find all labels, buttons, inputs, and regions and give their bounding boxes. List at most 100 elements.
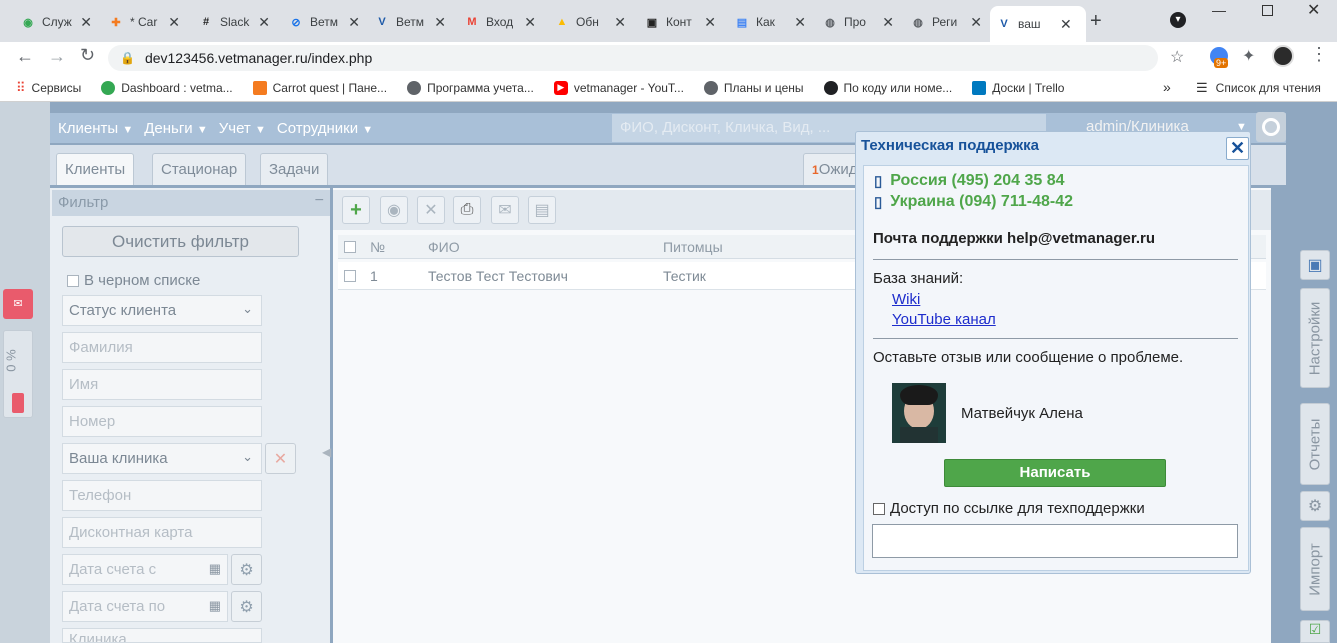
support-link-field[interactable] (872, 524, 1238, 558)
close-tab-icon[interactable]: ✕ (882, 14, 894, 31)
tab-settings[interactable]: Настройки (1300, 288, 1330, 388)
tab-clients[interactable]: Клиенты (56, 153, 135, 185)
firstname-input[interactable]: Имя (62, 369, 262, 400)
bookmark-services[interactable]: ⠿ Сервисы (16, 80, 81, 96)
col-number[interactable]: № (370, 239, 385, 255)
contacts-icon[interactable]: ▣ (1300, 250, 1330, 280)
minimize-button[interactable]: — (1212, 2, 1226, 18)
close-window-button[interactable]: ✕ (1307, 0, 1320, 20)
clear-filter-button[interactable]: Очистить фильтр (62, 226, 299, 257)
bookmark-trello[interactable]: Доски | Trello (972, 80, 1064, 95)
address-bar[interactable]: 🔒 dev123456.vetmanager.ru/index.php (108, 45, 1158, 71)
bookmark-plans[interactable]: Планы и цены (703, 80, 804, 95)
reload-icon[interactable]: ↻ (80, 45, 95, 66)
browser-tab[interactable]: ✚ * Car ✕ (102, 8, 186, 36)
tab-tasks[interactable]: Задачи (260, 153, 329, 185)
date-to-gear-icon[interactable]: ⚙ (231, 591, 262, 622)
menu-staff[interactable]: Сотрудники ▼ (277, 120, 373, 137)
reading-list[interactable]: ☰ Список для чтения (1196, 80, 1321, 96)
phone-russia[interactable]: ▯ Россия (495) 204 35 84 (874, 172, 1065, 190)
close-tab-icon[interactable]: ✕ (434, 14, 446, 31)
close-tab-icon[interactable]: ✕ (524, 14, 536, 31)
tab-waiting[interactable]: 1 Ожид (803, 153, 863, 185)
browser-tab[interactable]: Vваш ✕ (990, 6, 1086, 42)
calendar-icon[interactable]: ▦ (209, 561, 221, 577)
close-tab-icon[interactable]: ✕ (704, 14, 716, 31)
select-all-checkbox[interactable] (344, 241, 356, 253)
close-tab-icon[interactable]: ✕ (614, 14, 626, 31)
browser-tab[interactable]: ▣ Конт ✕ (638, 8, 722, 36)
menu-accounting[interactable]: Учет ▼ (219, 120, 266, 137)
blacklist-checkbox[interactable] (67, 274, 79, 287)
browser-tab[interactable]: M Вход ✕ (458, 8, 542, 36)
tab-search-icon[interactable]: ▾ (1170, 12, 1186, 28)
logo-circle-icon[interactable] (1256, 112, 1286, 142)
delete-icon[interactable]: ✕ (417, 196, 445, 224)
close-tab-icon[interactable]: ✕ (794, 14, 806, 31)
gear-icon[interactable]: ⚙ (1300, 491, 1330, 521)
print-icon[interactable]: ⎙ (453, 196, 481, 224)
calendar-check-icon[interactable]: ☑ (1300, 620, 1330, 643)
support-access-checkbox[interactable] (873, 502, 885, 515)
youtube-link[interactable]: YouTube канал (892, 311, 996, 328)
support-access-row[interactable]: Доступ по ссылке для техподдержки (873, 500, 1145, 517)
bookmark-star-icon[interactable]: ☆ (1170, 47, 1184, 67)
close-tab-icon[interactable]: ✕ (1060, 16, 1072, 33)
col-pets[interactable]: Питомцы (663, 239, 723, 255)
menu-clients[interactable]: Клиенты ▼ (58, 120, 133, 137)
browser-tab[interactable]: # Slack ✕ (192, 8, 276, 36)
bookmark-program[interactable]: Программа учета... (407, 80, 534, 95)
bookmark-carrot[interactable]: Carrot quest | Пане... (252, 80, 387, 95)
blacklist-checkbox-row[interactable]: В черном списке (67, 272, 200, 289)
close-tab-icon[interactable]: ✕ (168, 14, 180, 31)
close-tab-icon[interactable]: ✕ (258, 14, 270, 31)
menu-money[interactable]: Деньги ▼ (144, 120, 208, 137)
browser-tab[interactable]: ⊘ Ветм ✕ (282, 8, 366, 36)
lastname-input[interactable]: Фамилия (62, 332, 262, 363)
wiki-link[interactable]: Wiki (892, 291, 920, 308)
clear-clinic-icon[interactable]: ✕ (265, 443, 296, 474)
invoice-date-to-input[interactable]: Дата счета по ▦ (62, 591, 228, 622)
discount-card-input[interactable]: Дисконтная карта (62, 517, 262, 548)
puzzle-icon[interactable]: ✦ (1242, 46, 1255, 66)
date-from-gear-icon[interactable]: ⚙ (231, 554, 262, 585)
browser-tab[interactable]: ▲ Обн ✕ (548, 8, 632, 36)
close-tab-icon[interactable]: ✕ (80, 14, 92, 31)
add-icon[interactable]: + (342, 196, 370, 224)
col-name[interactable]: ФИО (428, 239, 460, 255)
collapse-panel-handle[interactable]: ◀ (322, 445, 331, 459)
notification-icon[interactable]: ✉ (3, 289, 33, 319)
browser-tab[interactable]: ◉ Служ ✕ (14, 8, 98, 36)
phone-ukraine[interactable]: ▯ Украина (094) 711-48-42 (874, 193, 1073, 211)
close-tab-icon[interactable]: ✕ (970, 14, 982, 31)
bookmark-youtube[interactable]: ▶ vetmanager - YouT... (553, 80, 684, 95)
close-tab-icon[interactable]: ✕ (348, 14, 360, 31)
tab-stationar[interactable]: Стационар (152, 153, 247, 185)
calendar-icon[interactable]: ▦ (209, 598, 221, 614)
row-checkbox[interactable] (344, 270, 356, 282)
phone-input[interactable]: Телефон (62, 480, 262, 511)
forward-icon[interactable]: → (48, 46, 66, 67)
browser-tab[interactable]: ◍ Про ✕ (816, 8, 900, 36)
clinic-select[interactable]: Ваша клиника ⌄ (62, 443, 262, 474)
tab-import[interactable]: Импорт (1300, 527, 1330, 611)
email-icon[interactable]: ✉ (491, 196, 519, 224)
browser-tab[interactable]: V Ветм ✕ (368, 8, 452, 36)
clinic-filter-input[interactable]: Клиника (62, 628, 262, 643)
client-status-select[interactable]: Статус клиента ⌄ (62, 295, 262, 326)
menu-dots-icon[interactable]: ⋮ (1310, 44, 1328, 65)
bookmark-code[interactable]: По коду или номе... (823, 80, 952, 95)
new-tab-button[interactable]: + (1090, 10, 1102, 33)
close-icon[interactable]: ✕ (1226, 137, 1249, 160)
number-input[interactable]: Номер (62, 406, 262, 437)
collapse-icon[interactable]: − (315, 192, 324, 210)
view-icon[interactable]: ◉ (380, 196, 408, 224)
tab-reports[interactable]: Отчеты (1300, 403, 1330, 485)
invoice-date-from-input[interactable]: Дата счета с ▦ (62, 554, 228, 585)
bookmark-dashboard[interactable]: Dashboard : vetma... (101, 80, 233, 95)
maximize-button[interactable] (1262, 5, 1273, 16)
export-icon[interactable]: ▤ (528, 196, 556, 224)
browser-tab[interactable]: ◍ Реги ✕ (904, 8, 988, 36)
profile-avatar[interactable] (1272, 45, 1294, 67)
back-icon[interactable]: ← (16, 46, 34, 67)
